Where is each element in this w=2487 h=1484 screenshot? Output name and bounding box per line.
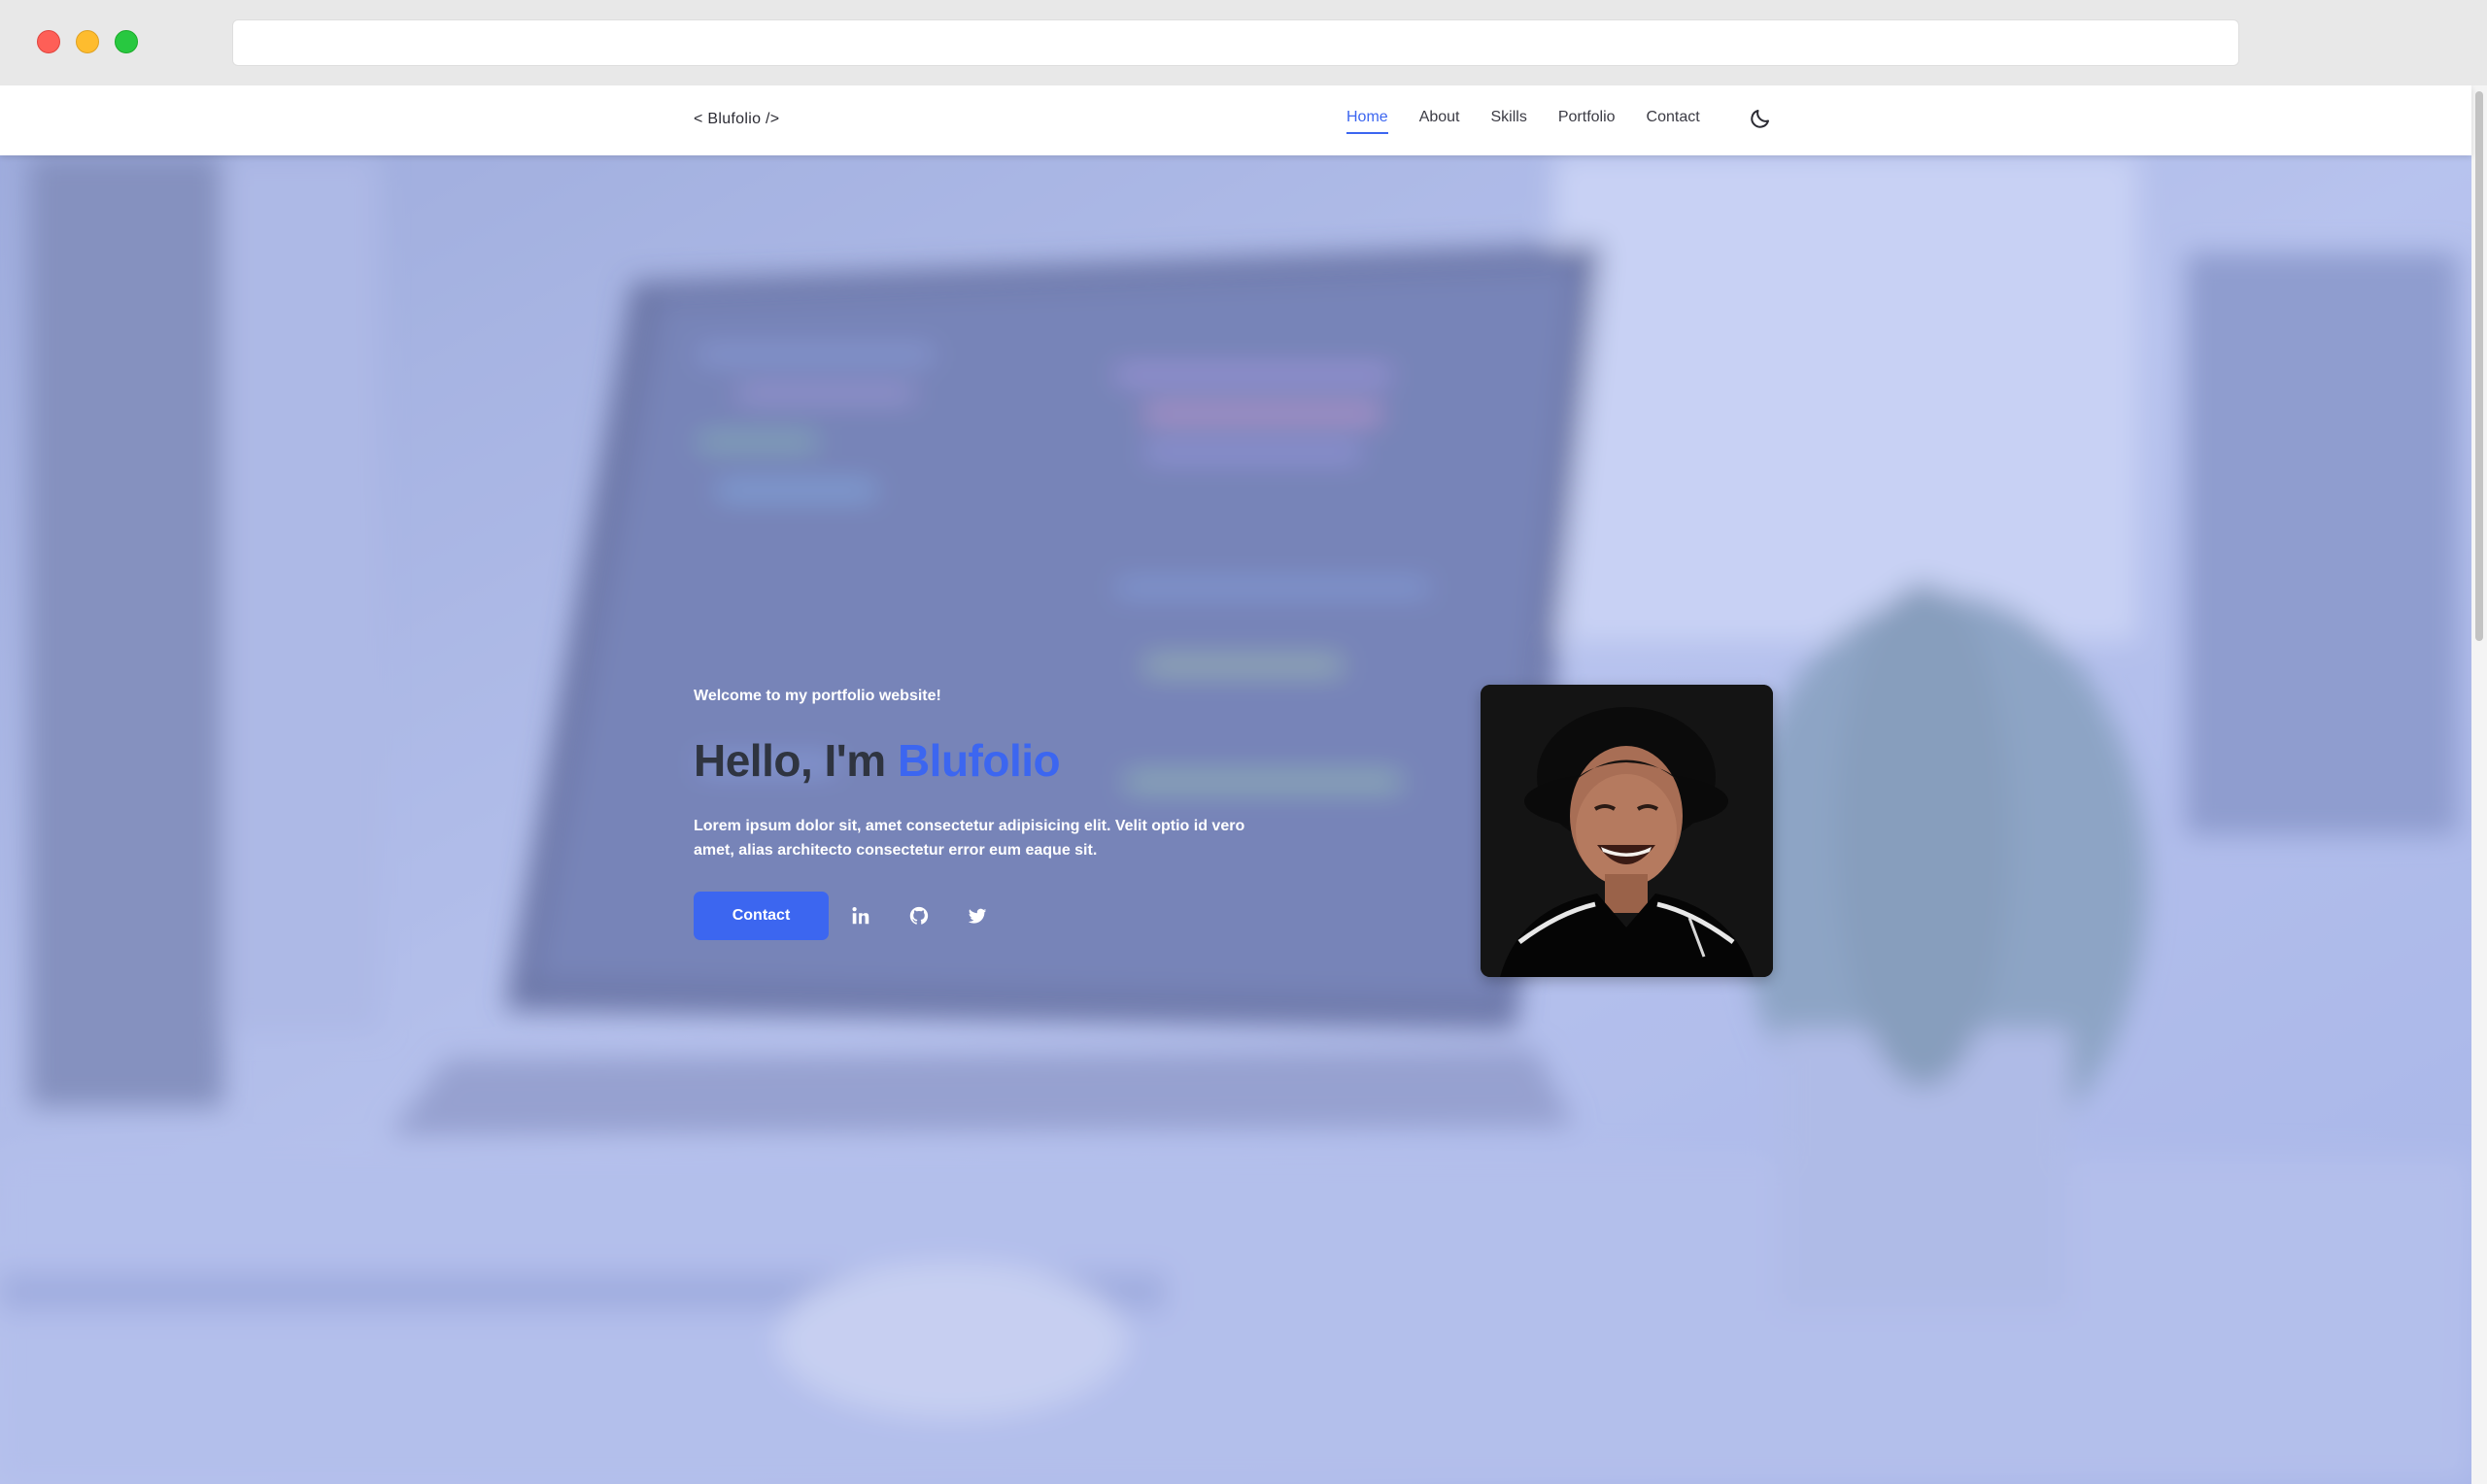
twitter-icon[interactable] (967, 905, 988, 927)
scrollbar-thumb[interactable] (2475, 91, 2483, 641)
github-icon[interactable] (908, 905, 930, 927)
site-logo[interactable]: < Blufolio /> (694, 111, 779, 128)
hero-actions: Contact (694, 892, 1277, 940)
contact-button[interactable]: Contact (694, 892, 829, 940)
welcome-text: Welcome to my portfolio website! (694, 688, 941, 704)
nav-link-skills[interactable]: Skills (1491, 109, 1527, 132)
hero-description: Lorem ipsum dolor sit, amet consectetur … (694, 818, 1245, 859)
profile-photo (1481, 685, 1773, 977)
address-bar[interactable] (232, 19, 2239, 66)
nav-link-contact[interactable]: Contact (1647, 109, 1700, 132)
hero-title: Hello, I'm Blufolio (694, 734, 1277, 787)
minimize-window-button[interactable] (76, 30, 99, 53)
moon-icon[interactable] (1749, 107, 1772, 130)
navbar: < Blufolio /> Home About Skills Portfoli… (0, 85, 2471, 155)
close-window-button[interactable] (37, 30, 60, 53)
portrait-image (1481, 685, 1773, 977)
hero-content: Welcome to my portfolio website! Hello, … (694, 688, 1277, 940)
nav-link-about[interactable]: About (1419, 109, 1460, 132)
hero-greeting: Hello, I'm (694, 735, 886, 786)
nav-links: Home About Skills Portfolio Contact (1346, 109, 1731, 134)
nav-link-home[interactable]: Home (1346, 109, 1388, 134)
hero-name: Blufolio (897, 735, 1061, 786)
page-scrollbar[interactable] (2471, 85, 2487, 1484)
linkedin-icon[interactable] (850, 905, 871, 927)
nav-link-portfolio[interactable]: Portfolio (1558, 109, 1616, 132)
page-viewport: < Blufolio /> Home About Skills Portfoli… (0, 85, 2487, 1484)
maximize-window-button[interactable] (115, 30, 138, 53)
browser-chrome (0, 0, 2487, 85)
